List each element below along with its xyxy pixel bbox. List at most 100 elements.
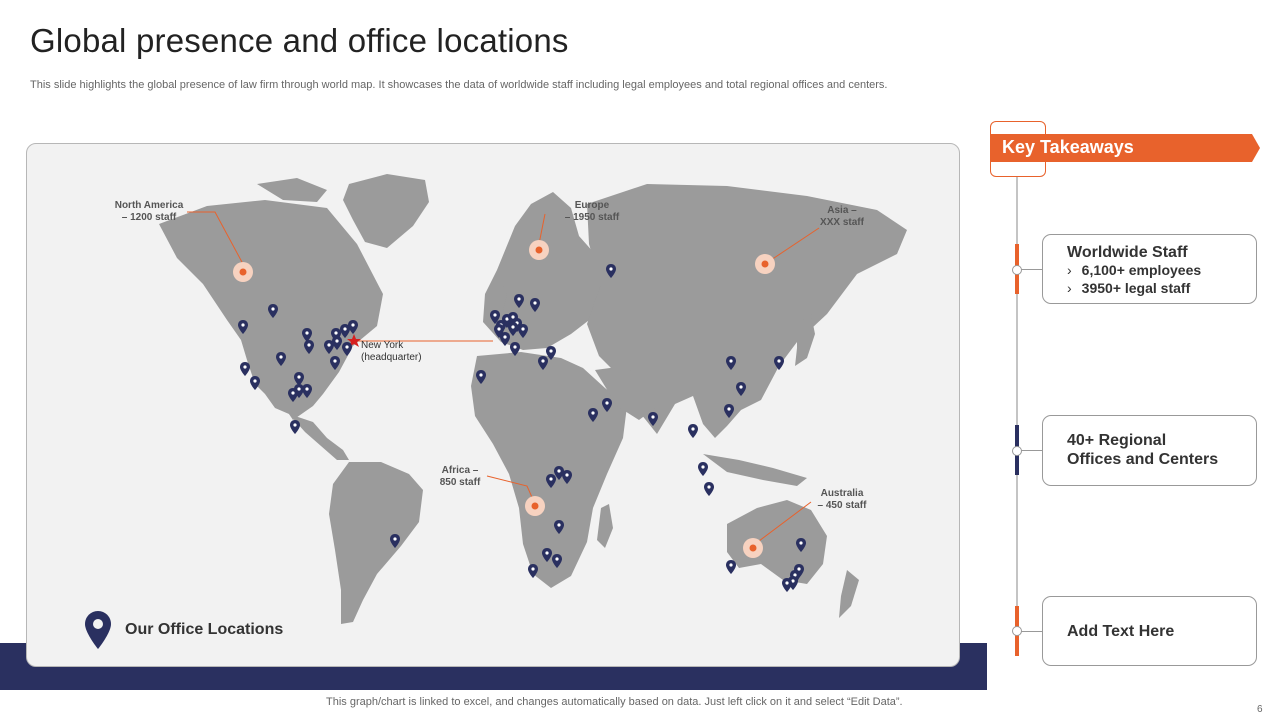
office-pin-hole bbox=[541, 359, 545, 363]
office-pin-hole bbox=[297, 387, 301, 391]
timeline-dot bbox=[1012, 265, 1022, 275]
location-pin-icon bbox=[85, 611, 111, 649]
office-pin-hole bbox=[549, 477, 553, 481]
australia-shape bbox=[727, 500, 827, 584]
office-pin-icon bbox=[688, 424, 698, 438]
office-pin-hole bbox=[253, 379, 257, 383]
region-label-africa: Africa – 850 staff bbox=[439, 465, 481, 488]
office-pin-hole bbox=[293, 423, 297, 427]
indonesia-shape bbox=[703, 454, 807, 486]
office-pin-hole bbox=[493, 313, 497, 317]
office-pin-hole bbox=[511, 325, 515, 329]
greenland-shape bbox=[343, 174, 429, 248]
headquarter-label: New York (headquarter) bbox=[361, 340, 422, 363]
office-pin-icon bbox=[704, 482, 714, 496]
office-pin-icon bbox=[782, 578, 792, 592]
takeaway-box-add-text: Add Text Here bbox=[1042, 596, 1257, 666]
office-pin-icon bbox=[698, 462, 708, 476]
office-pin-hole bbox=[609, 267, 613, 271]
takeaway-item-text: 3950+ legal staff bbox=[1081, 280, 1191, 296]
office-pin-hole bbox=[555, 557, 559, 561]
office-pin-hole bbox=[305, 331, 309, 335]
takeaway-title: 40+ Regional Offices and Centers bbox=[1067, 432, 1219, 468]
office-pin-hole bbox=[503, 335, 507, 339]
office-pin-hole bbox=[591, 411, 595, 415]
timeline-connector bbox=[1021, 631, 1043, 632]
office-pin-icon bbox=[250, 376, 260, 390]
takeaway-title: Add Text Here bbox=[1067, 623, 1175, 640]
office-pin-hole bbox=[307, 343, 311, 347]
office-pin-hole bbox=[729, 359, 733, 363]
office-pin-hole bbox=[271, 307, 275, 311]
office-pin-hole bbox=[557, 469, 561, 473]
office-pin-hole bbox=[777, 359, 781, 363]
region-label-europe: Europe – 1950 staff bbox=[564, 200, 620, 223]
timeline-connector bbox=[1021, 269, 1043, 270]
madagascar-shape bbox=[597, 504, 613, 548]
office-pin-hole bbox=[557, 523, 561, 527]
south-america-shape bbox=[329, 462, 423, 624]
office-pin-hole bbox=[565, 473, 569, 477]
office-pin-hole bbox=[521, 327, 525, 331]
office-pin-hole bbox=[517, 297, 521, 301]
region-marker-dot bbox=[749, 544, 757, 552]
office-pin-hole bbox=[334, 331, 338, 335]
office-pin-hole bbox=[797, 567, 801, 571]
page-subtitle: This slide highlights the global presenc… bbox=[30, 79, 888, 91]
office-pin-hole bbox=[343, 327, 347, 331]
office-pin-hole bbox=[513, 345, 517, 349]
office-pin-hole bbox=[279, 355, 283, 359]
region-marker-dot bbox=[761, 260, 769, 268]
timeline-connector bbox=[1021, 450, 1043, 451]
chevron-right-icon: › bbox=[1067, 262, 1072, 278]
office-pin-hole bbox=[351, 323, 355, 327]
office-pin-hole bbox=[605, 401, 609, 405]
region-label-north-america: North America – 1200 staff bbox=[114, 200, 184, 223]
office-pin-hole bbox=[241, 323, 245, 327]
region-marker-dot bbox=[531, 502, 539, 510]
office-pin-hole bbox=[243, 365, 247, 369]
office-pin-hole bbox=[729, 563, 733, 567]
office-pin-hole bbox=[707, 485, 711, 489]
takeaway-box-regional-offices: 40+ Regional Offices and Centers bbox=[1042, 415, 1257, 486]
takeaway-item-text: 6,100+ employees bbox=[1081, 262, 1202, 278]
office-pin-hole bbox=[479, 373, 483, 377]
legend-label: Our Office Locations bbox=[125, 621, 284, 638]
region-label-asia: Asia – XXX staff bbox=[820, 205, 864, 228]
map-legend: Our Office Locations bbox=[85, 610, 283, 650]
office-pin-hole bbox=[291, 391, 295, 395]
office-pin-hole bbox=[333, 359, 337, 363]
takeaway-item: › 6,100+ employees bbox=[1067, 262, 1201, 278]
office-pin-hole bbox=[305, 387, 309, 391]
office-pin-hole bbox=[545, 551, 549, 555]
office-pin-hole bbox=[297, 375, 301, 379]
office-pin-hole bbox=[345, 345, 349, 349]
office-pin-hole bbox=[393, 537, 397, 541]
takeaway-box-worldwide-staff: Worldwide Staff › 6,100+ employees › 3950+… bbox=[1042, 234, 1257, 304]
office-pin-icon bbox=[240, 362, 250, 376]
footer-note: This graph/chart is linked to excel, and… bbox=[326, 696, 903, 708]
office-pin-hole bbox=[785, 581, 789, 585]
key-takeaways-heading: Key Takeaways bbox=[1002, 137, 1134, 157]
office-pin-hole bbox=[651, 415, 655, 419]
arctic-islands-shape bbox=[257, 178, 327, 202]
page-number: 6 bbox=[1257, 704, 1263, 715]
region-label-australia: Australia – 450 staff bbox=[817, 488, 867, 511]
office-pin-hole bbox=[739, 385, 743, 389]
office-pin-hole bbox=[799, 541, 803, 545]
region-marker-dot bbox=[239, 268, 247, 276]
office-pin-hole bbox=[691, 427, 695, 431]
world-map-card: North America – 1200 staff Europe – 1950… bbox=[26, 143, 960, 667]
takeaway-item: › 3950+ legal staff bbox=[1067, 280, 1190, 296]
timeline-dot bbox=[1012, 446, 1022, 456]
office-pin-hole bbox=[701, 465, 705, 469]
page-title: Global presence and office locations bbox=[30, 22, 569, 59]
office-pin-hole bbox=[335, 339, 339, 343]
new-zealand-shape bbox=[839, 570, 859, 618]
office-pin-icon bbox=[290, 420, 300, 434]
office-pin-hole bbox=[727, 407, 731, 411]
office-pin-icon bbox=[726, 560, 736, 574]
office-pin-hole bbox=[549, 349, 553, 353]
office-pin-hole bbox=[531, 567, 535, 571]
office-pin-hole bbox=[327, 343, 331, 347]
